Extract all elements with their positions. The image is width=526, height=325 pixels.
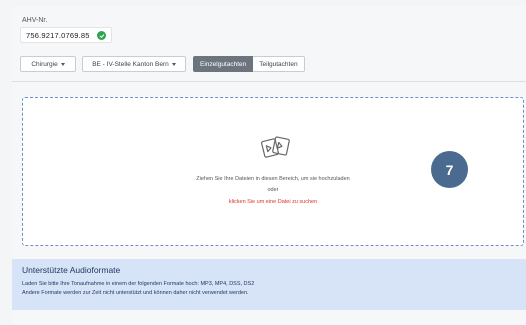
info-line-unsupported: Andere Formate werden zur Zeit nicht unt… [22, 290, 249, 296]
teilgutachten-button[interactable]: Teilgutachten [253, 56, 305, 72]
info-title: Unterstützte Audioformate [22, 265, 121, 275]
files-upload-icon [260, 136, 290, 158]
info-line-formats: Laden Sie bitte Ihre Tonaufnahme in eine… [22, 281, 255, 287]
audio-format-info: Unterstützte Audioformate Laden Sie bitt… [12, 259, 526, 310]
browse-file-link[interactable]: klicken Sie um eine Datei zu suchen [23, 199, 523, 205]
ahv-value: 756.9217.0769.85 [26, 30, 90, 40]
einzelgutachten-button[interactable]: Einzelgutachten [193, 56, 254, 72]
caret-down-icon [171, 62, 176, 66]
specialty-dropdown[interactable]: Chirurgie [20, 56, 76, 72]
ahv-input[interactable]: 756.9217.0769.85 [20, 27, 112, 43]
ahv-label: AHV-Nr. [22, 17, 48, 24]
office-value: BE - IV-Stelle Kanton Bern [92, 60, 169, 68]
specialty-value: Chirurgie [31, 60, 58, 68]
caret-down-icon [60, 62, 65, 66]
check-icon [97, 31, 106, 40]
step-badge: 7 [431, 151, 468, 188]
report-type-toggle: Einzelgutachten Teilgutachten [193, 56, 305, 72]
office-dropdown[interactable]: BE - IV-Stelle Kanton Bern [82, 56, 186, 72]
divider [12, 81, 526, 82]
